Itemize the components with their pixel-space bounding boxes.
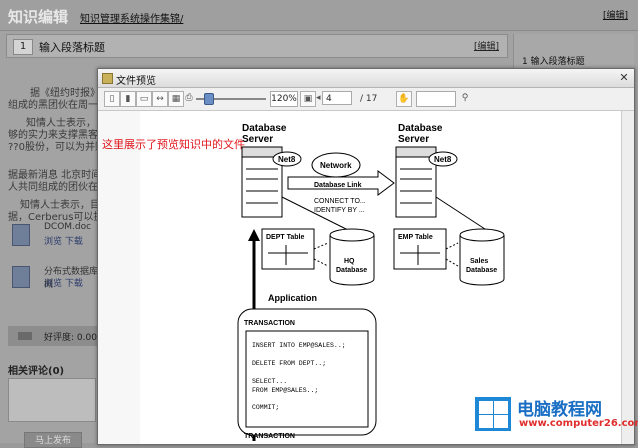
net8-left: Net8 <box>278 155 296 164</box>
print-icon[interactable]: ⎙ <box>184 91 194 105</box>
sql-line: COMMIT; <box>252 404 279 411</box>
hq-database-icon <box>329 228 375 286</box>
fit-page-icon[interactable]: ▭ <box>136 91 152 107</box>
toc-item[interactable]: 1 输入段落标题 <box>522 54 585 67</box>
zoom-level[interactable]: 120% <box>270 91 298 107</box>
attachment-actions[interactable]: 浏览 下载 <box>44 234 83 247</box>
connect-line: IDENTIFY BY ... <box>314 207 365 214</box>
section-title: 输入段落标题 <box>39 41 105 54</box>
rating-bar[interactable]: 好评度: 0.00 <box>8 326 100 346</box>
viewer-toolbar: ▯ ▮ ▭ ↔ ▦ ⎙ 120% ▣ ◂ 4 / 17 ✋ ⚲ <box>98 88 634 111</box>
left-server-label: Server <box>242 134 273 145</box>
fit-width-icon[interactable]: ↔ <box>152 91 168 107</box>
comments-label: 相关评论(0) <box>8 366 65 377</box>
watermark-brand: 电脑教程网 <box>517 400 602 420</box>
transaction-label-2: TRANSACTION <box>244 433 295 440</box>
close-icon[interactable]: ✕ <box>618 72 630 84</box>
comment-input[interactable] <box>8 378 96 422</box>
file-preview-dialog: 文件预览 ✕ ▯ ▮ ▭ ↔ ▦ ⎙ 120% ▣ ◂ 4 / 17 ✋ ⚲ D… <box>97 68 635 445</box>
breadcrumb[interactable]: 知识管理系统操作集锦/ <box>80 10 183 25</box>
attachment-item[interactable]: DCOM.doc 浏览 下载 <box>8 222 98 262</box>
dept-table-label: DEPT Table <box>266 234 304 241</box>
single-page-icon[interactable]: ▯ <box>104 91 120 107</box>
sales-db-label: Sales <box>470 258 488 265</box>
watermark-url: www.computer26.com <box>519 418 638 429</box>
top-edit-link[interactable]: [编辑] <box>603 8 628 21</box>
watermark: 电脑教程网 www.computer26.com <box>475 393 638 443</box>
rating-icon <box>18 332 32 340</box>
sales-db-label: Database <box>466 267 497 274</box>
attachment-item[interactable]: 分布式数据库概 浏览 下载 <box>8 264 98 304</box>
dialog-title: 文件预览 <box>116 76 156 87</box>
dialog-titlebar[interactable]: 文件预览 ✕ <box>98 69 634 88</box>
sql-line: DELETE FROM DEPT..; <box>252 360 326 367</box>
network-label: Network <box>320 161 352 170</box>
page-title: 知识编辑 <box>8 8 69 26</box>
left-server-label: Database <box>242 123 287 134</box>
submit-comment-button[interactable]: 马上发布 <box>24 432 82 448</box>
attachment-name: DCOM.doc <box>44 222 92 232</box>
prev-page-icon[interactable]: ◂ <box>316 91 321 105</box>
sales-database-icon <box>459 228 505 286</box>
windows-logo-icon <box>475 397 511 431</box>
emp-table-label: EMP Table <box>398 234 433 241</box>
preview-annotation: 这里展示了预览知识中的文件 <box>102 138 245 151</box>
page-header: 知识编辑 知识管理系统操作集锦/ [编辑] <box>0 0 638 31</box>
two-page-icon[interactable]: ▮ <box>120 91 136 107</box>
transaction-label: TRANSACTION <box>244 320 295 327</box>
page-margin <box>98 111 140 444</box>
zoom-slider-handle[interactable] <box>204 93 214 105</box>
paragraph-line: 组成的黑团伙在周一的 <box>8 100 108 111</box>
sql-line: INSERT INTO EMP@SALES..; <box>252 342 346 349</box>
section-edit-label: 编辑 <box>477 42 496 52</box>
application-label: Application <box>268 293 317 303</box>
document-file-icon <box>12 266 30 288</box>
rating-text: 好评度: 0.00 <box>44 333 97 343</box>
net8-right: Net8 <box>434 155 452 164</box>
search-icon[interactable]: ⚲ <box>458 91 472 105</box>
thumbnail-icon[interactable]: ▦ <box>168 91 184 107</box>
hand-tool-icon[interactable]: ✋ <box>396 91 412 107</box>
page-total: / 17 <box>360 94 378 104</box>
right-server-label: Database <box>398 123 443 134</box>
hq-db-label: Database <box>336 267 367 274</box>
sql-line: FROM EMP@SALES..; <box>252 387 318 394</box>
word-file-icon <box>12 224 30 246</box>
fullscreen-icon[interactable]: ▣ <box>300 91 316 107</box>
connect-line: CONNECT TO... <box>314 198 366 205</box>
sql-line: SELECT... <box>252 378 287 385</box>
section-edit-link[interactable]: [编辑] <box>474 39 499 52</box>
page-number-input[interactable]: 4 <box>322 91 352 105</box>
hq-db-label: HQ <box>344 258 355 265</box>
window-icon <box>102 73 113 84</box>
search-input[interactable] <box>416 91 456 107</box>
section-number: 1 <box>13 39 33 55</box>
section-bar: 1 输入段落标题 [编辑] <box>6 34 508 58</box>
right-server-label: Server <box>398 134 429 145</box>
database-link-label: Database Link <box>314 182 362 189</box>
attachment-actions[interactable]: 浏览 下载 <box>44 276 83 289</box>
top-edit-label: 编辑 <box>606 11 625 21</box>
